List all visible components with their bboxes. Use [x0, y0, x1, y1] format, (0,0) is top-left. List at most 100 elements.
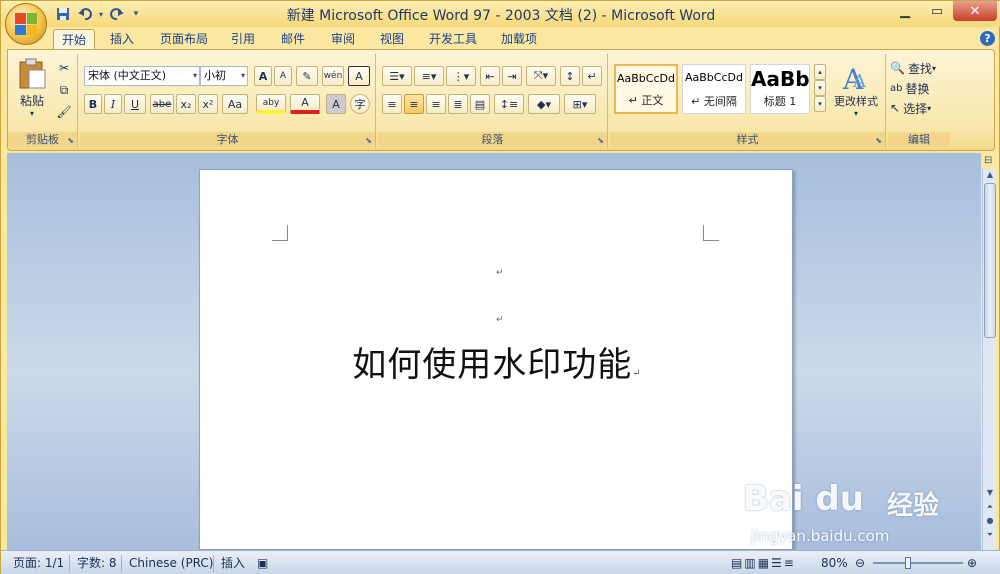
style-no-spacing[interactable]: AaBbCcDd ↵ 无间隔	[682, 64, 746, 114]
borders-button[interactable]: ⊞▾	[564, 94, 596, 114]
char-shading-button[interactable]: A	[326, 94, 346, 114]
group-label-paragraph: 段落	[378, 132, 607, 147]
zoom-level[interactable]: 80%	[821, 555, 848, 572]
save-icon[interactable]	[53, 5, 73, 23]
style-normal[interactable]: AaBbCcDd ↵ 正文	[614, 64, 678, 114]
minimize-button[interactable]: ▁	[889, 1, 921, 21]
browse-object-icon[interactable]: ●	[984, 515, 996, 527]
undo-icon[interactable]	[75, 5, 95, 23]
find-button[interactable]: 🔍 查找 ▾	[890, 58, 948, 78]
print-layout-icon[interactable]: ▤	[731, 555, 742, 572]
font-name-select[interactable]: 宋体 (中文正文) ▾	[84, 66, 200, 86]
chevron-down-icon[interactable]: ▾	[97, 5, 105, 23]
numbering-icon: ≡▾	[421, 69, 437, 83]
align-left-button[interactable]: ≡	[382, 94, 402, 114]
sort-icon: ↕	[565, 69, 575, 83]
italic-button[interactable]: I	[104, 94, 122, 114]
font-color-button[interactable]: A	[290, 94, 320, 114]
shrink-font-button[interactable]: A	[274, 66, 292, 86]
numbering-button[interactable]: ≡▾	[414, 66, 444, 86]
styles-more-icon[interactable]: ▾	[814, 96, 826, 112]
phonetic-guide-button[interactable]: wén	[322, 66, 344, 86]
tab-review[interactable]: 审阅	[323, 29, 363, 50]
redo-icon[interactable]	[107, 5, 127, 23]
change-styles-button[interactable]: AA 更改样式 ▾	[830, 58, 882, 122]
bold-button[interactable]: B	[84, 94, 102, 114]
chevron-down-icon[interactable]: ▾	[814, 80, 826, 96]
scroll-up-icon[interactable]: ▲	[984, 169, 996, 181]
close-button[interactable]: ✕	[953, 1, 997, 21]
document-heading[interactable]: 如何使用水印功能↵	[200, 337, 794, 386]
previous-page-icon[interactable]: ⏶	[984, 501, 996, 513]
help-icon[interactable]: ?	[980, 31, 995, 46]
grow-font-button[interactable]: A	[254, 66, 272, 86]
zoom-slider-thumb[interactable]	[905, 557, 911, 569]
distribute-button[interactable]: ▤	[470, 94, 490, 114]
select-button[interactable]: ↖ 选择 ▾	[890, 98, 948, 118]
shading-button[interactable]: ◆▾	[528, 94, 560, 114]
dialog-launcher-icon[interactable]: ⬊	[365, 136, 372, 145]
status-language[interactable]: Chinese (PRC)	[129, 555, 213, 572]
align-center-button[interactable]: ≡	[404, 94, 424, 114]
tab-view[interactable]: 视图	[372, 29, 412, 50]
decrease-indent-button[interactable]: ⇤	[480, 66, 500, 86]
superscript-button[interactable]: x²	[198, 94, 218, 114]
highlight-button[interactable]: aby	[256, 94, 286, 114]
status-word-count[interactable]: 字数: 8	[77, 555, 117, 572]
change-case-button[interactable]: Aa	[222, 94, 248, 114]
dialog-launcher-icon[interactable]: ⬊	[67, 136, 74, 145]
tab-addins[interactable]: 加载项	[494, 29, 544, 50]
char-border-button[interactable]: A	[348, 66, 370, 86]
draft-icon[interactable]: ≡	[784, 555, 794, 572]
web-layout-icon[interactable]: ▦	[758, 555, 769, 572]
ruler-toggle-icon[interactable]: ⊟	[984, 155, 996, 169]
status-insert-mode[interactable]: 插入	[221, 555, 245, 572]
strikethrough-button[interactable]: abe	[150, 94, 174, 114]
align-right-button[interactable]: ≡	[426, 94, 446, 114]
paste-button[interactable]: 粘贴 ▾	[12, 58, 52, 118]
replace-button[interactable]: ab 替换	[890, 78, 948, 98]
show-marks-button[interactable]: ↵	[582, 66, 602, 86]
macro-record-icon[interactable]: ▣	[257, 555, 268, 572]
style-heading-1[interactable]: AaBb 标题 1	[750, 64, 810, 114]
increase-indent-button[interactable]: ⇥	[502, 66, 522, 86]
customize-qat-icon[interactable]: ▾	[129, 5, 143, 23]
tab-developer[interactable]: 开发工具	[422, 29, 484, 50]
underline-button[interactable]: U	[124, 94, 146, 114]
chevron-up-icon[interactable]: ▴	[814, 64, 826, 80]
enclose-char-button[interactable]: 字	[350, 94, 370, 114]
outline-icon[interactable]: ☰	[771, 555, 782, 572]
justify-button[interactable]: ≣	[448, 94, 468, 114]
scroll-down-icon[interactable]: ▼	[984, 487, 996, 499]
copy-icon[interactable]: ⧉	[54, 80, 74, 100]
subscript-button[interactable]: x₂	[176, 94, 196, 114]
cut-icon[interactable]: ✂	[54, 58, 74, 78]
vertical-scrollbar[interactable]: ▲ ▼ ⏶ ● ⏷	[982, 169, 996, 550]
tab-page-layout[interactable]: 页面布局	[154, 29, 214, 50]
font-size-select[interactable]: 小初 ▾	[200, 66, 248, 86]
chinese-layout-button[interactable]: ⤧▾	[526, 66, 556, 86]
zoom-slider[interactable]	[873, 557, 963, 569]
line-spacing-button[interactable]: ↕≡	[494, 94, 524, 114]
status-page[interactable]: 页面: 1/1	[13, 555, 64, 572]
tab-insert[interactable]: 插入	[102, 29, 142, 50]
tab-references[interactable]: 引用	[223, 29, 263, 50]
multilevel-list-button[interactable]: ⋮▾	[446, 66, 476, 86]
full-screen-reading-icon[interactable]: ▥	[744, 555, 755, 572]
bullets-button[interactable]: ☰▾	[382, 66, 412, 86]
format-painter-icon[interactable]: 🖌	[54, 102, 74, 122]
dialog-launcher-icon[interactable]: ⬊	[875, 136, 882, 145]
tab-home[interactable]: 开始	[53, 29, 95, 50]
maximize-button[interactable]: ▭	[921, 1, 953, 21]
clear-format-button[interactable]: ✎	[296, 66, 318, 86]
document-page[interactable]: ↵ ↵ 如何使用水印功能↵	[199, 169, 793, 550]
office-button[interactable]	[5, 3, 47, 45]
zoom-in-icon[interactable]: ⊕	[967, 555, 977, 572]
tab-mailings[interactable]: 邮件	[273, 29, 313, 50]
sort-button[interactable]: ↕	[560, 66, 580, 86]
next-page-icon[interactable]: ⏷	[984, 529, 996, 541]
scroll-thumb[interactable]	[984, 183, 996, 338]
zoom-out-icon[interactable]: ⊖	[855, 555, 865, 572]
dialog-launcher-icon[interactable]: ⬊	[597, 136, 604, 145]
justify-icon: ≣	[453, 97, 463, 111]
